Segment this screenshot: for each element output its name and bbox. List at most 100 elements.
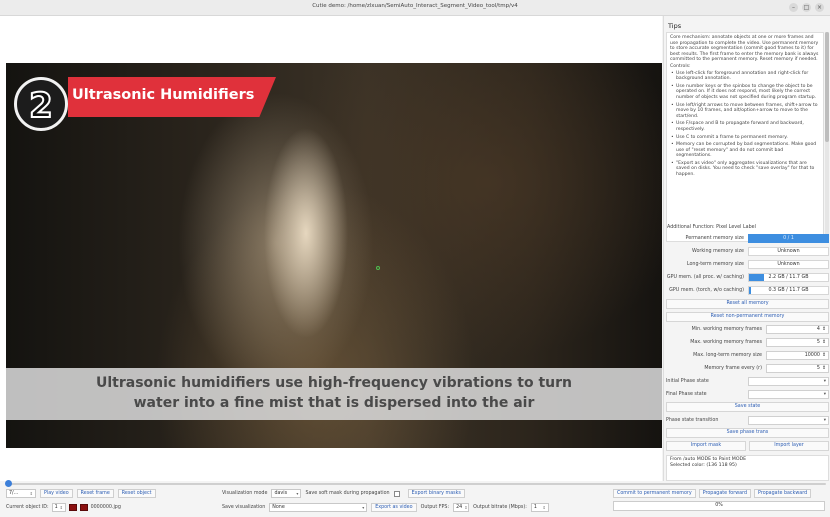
propagate-forward-button[interactable]: Propagate forward (698, 489, 752, 498)
min-working-spinbox[interactable]: 4 ⇕ (766, 325, 829, 334)
min-working-label: Min. working memory frames (691, 327, 762, 332)
output-bitrate-value: 1 (533, 505, 537, 510)
max-working-spinbox[interactable]: 5 ⇕ (766, 338, 829, 347)
close-icon[interactable]: × (815, 3, 824, 12)
vis-mode-value: davis (274, 491, 288, 496)
chevron-down-icon[interactable]: ▾ (362, 504, 364, 511)
tips-title: Tips (668, 22, 682, 30)
current-object-spinbox[interactable]: 1 ⇕ (51, 503, 66, 512)
chevron-down-icon[interactable]: ▾ (296, 490, 298, 497)
gpu-all-bar: 2.2 GB / 11.7 GB (748, 273, 829, 282)
frame-counter-spinbox[interactable]: 7/... ⇕ (6, 489, 36, 498)
gpu-all-fill (749, 274, 764, 281)
initial-phase-label: Initial Phase state (666, 379, 709, 384)
spin-arrows-icon[interactable]: ⇕ (60, 504, 63, 511)
tips-text-box[interactable]: Core mechanism: annotate objects at one … (666, 32, 824, 242)
memory-every-label: Memory frame every (r) (704, 366, 762, 371)
reset-non-permanent-memory-button[interactable]: Reset non-permanent memory (666, 312, 829, 322)
tips-intro: Core mechanism: annotate objects at one … (670, 35, 819, 63)
tips-scrollbar[interactable] (825, 32, 829, 242)
long-term-memory-bar: Unknown (748, 260, 829, 269)
working-memory-label: Working memory size (692, 249, 744, 254)
play-video-button[interactable]: Play video (40, 489, 73, 498)
video-canvas-area[interactable]: 2 Ultrasonic Humidifiers Ultrasonic humi… (0, 16, 662, 481)
import-layer-button[interactable]: Import layer (749, 441, 829, 451)
mask-color-swatch (68, 504, 77, 511)
tip-item: "Export as video" only aggregates visual… (671, 161, 820, 178)
scrollbar-thumb[interactable] (825, 32, 829, 142)
chevron-down-icon[interactable]: ▾ (824, 418, 826, 423)
spin-arrows-icon[interactable]: ⇕ (30, 490, 33, 497)
memory-every-spinbox[interactable]: 5 ⇕ (766, 364, 829, 373)
permanent-memory-bar: 0 / 1 (748, 234, 829, 243)
reset-object-button[interactable]: Reset object (117, 489, 156, 498)
max-long-term-label: Max. long-term memory size (693, 353, 762, 358)
caption-line-1: Ultrasonic humidifiers use high-frequenc… (96, 375, 572, 391)
gpu-torch-label: GPU mem. (torch, w/o caching) (669, 288, 744, 293)
save-soft-mask-label: Save soft mask during propagation (305, 491, 390, 496)
propagation-progress-bar: 0% (613, 501, 825, 511)
export-binary-masks-button[interactable]: Export binary masks (407, 489, 465, 498)
tips-list: Use left-click for foreground annotation… (670, 71, 820, 178)
tip-item: Use F/space and B to propagate forward a… (671, 121, 820, 132)
spin-arrows-icon[interactable]: ⇕ (464, 504, 467, 511)
badge-title: Ultrasonic Humidifiers (72, 87, 255, 103)
initial-phase-select[interactable]: ▾ (748, 377, 829, 386)
phase-transition-select[interactable]: ▾ (748, 416, 829, 425)
permanent-memory-row: Permanent memory size 0 / 1 (666, 233, 829, 244)
reset-all-memory-button[interactable]: Reset all memory (666, 299, 829, 309)
save-visualization-select[interactable]: None ▾ (269, 503, 368, 512)
maximize-icon[interactable]: □ (802, 3, 811, 12)
additional-function-label: Additional Function: Pixel Level Label (667, 225, 756, 230)
save-soft-mask-checkbox[interactable] (393, 490, 400, 497)
caption-band: Ultrasonic humidifiers use high-frequenc… (6, 368, 662, 420)
video-frame[interactable]: 2 Ultrasonic Humidifiers Ultrasonic humi… (6, 63, 662, 448)
spin-arrows-icon[interactable]: ⇕ (822, 326, 826, 333)
export-as-video-button[interactable]: Export as video (371, 503, 417, 512)
output-fps-value: 24 (456, 505, 463, 510)
output-bitrate-label: Output bitrate (Mbps): (473, 505, 527, 510)
phase-transition-row: Phase state transition ▾ (666, 415, 829, 426)
spin-arrows-icon[interactable]: ⇕ (822, 365, 826, 372)
progress-text: 0% (715, 503, 723, 508)
tip-item: Use number keys or the spinbox to change… (671, 84, 820, 101)
import-mask-button[interactable]: Import mask (666, 441, 746, 451)
memory-every-row: Memory frame every (r) 5 ⇕ (666, 363, 829, 374)
slider-handle[interactable] (5, 480, 12, 487)
max-long-term-value: 10000 (804, 353, 820, 358)
output-fps-label: Output FPS: (420, 505, 450, 510)
max-working-row: Max. working memory frames 5 ⇕ (666, 337, 829, 348)
phase-transition-label: Phase state transition (666, 418, 719, 423)
slider-track[interactable] (8, 483, 826, 485)
working-memory-row: Working memory size Unknown (666, 246, 829, 257)
click-marker-icon (376, 266, 380, 270)
reset-frame-button[interactable]: Reset frame (76, 489, 114, 498)
propagate-backward-button[interactable]: Propagate backward (754, 489, 812, 498)
vis-mode-label: Visualization mode (222, 491, 268, 496)
min-working-row: Min. working memory frames 4 ⇕ (666, 324, 829, 335)
chevron-down-icon[interactable]: ▾ (824, 379, 826, 384)
gpu-all-label: GPU mem. (all proc. w/ caching) (666, 275, 744, 280)
window-controls: – □ × (789, 3, 824, 12)
save-visualization-label: Save visualization (222, 505, 266, 510)
side-panel: Tips Core mechanism: annotate objects at… (663, 16, 830, 481)
save-state-button[interactable]: Save state (666, 402, 829, 412)
final-phase-label: Final Phase state (666, 392, 707, 397)
tip-item: Memory can be corrupted by bad segmentat… (671, 142, 820, 159)
vis-mode-select[interactable]: davis ▾ (271, 489, 302, 498)
spin-arrows-icon[interactable]: ⇕ (543, 504, 546, 511)
bottom-controls: 7/... ⇕ Play video Reset frame Reset obje… (0, 487, 830, 517)
commit-permanent-memory-button[interactable]: Commit to permanent memory (613, 489, 696, 498)
chevron-down-icon[interactable]: ▾ (824, 392, 826, 397)
output-fps-spinbox[interactable]: 24 ⇕ (453, 503, 470, 512)
working-memory-bar: Unknown (748, 247, 829, 256)
spin-arrows-icon[interactable]: ⇕ (822, 339, 826, 346)
spin-arrows-icon[interactable]: ⇕ (822, 352, 826, 359)
final-phase-select[interactable]: ▾ (748, 390, 829, 399)
gpu-all-value: 2.2 GB / 11.7 GB (768, 275, 809, 280)
tip-item: Use C to commit a frame to permanent mem… (671, 135, 820, 141)
minimize-icon[interactable]: – (789, 3, 798, 12)
max-long-term-spinbox[interactable]: 10000 ⇕ (766, 351, 829, 360)
save-phase-trans-button[interactable]: Save phase trans (666, 428, 829, 438)
output-bitrate-spinbox[interactable]: 1 ⇕ (530, 503, 549, 512)
